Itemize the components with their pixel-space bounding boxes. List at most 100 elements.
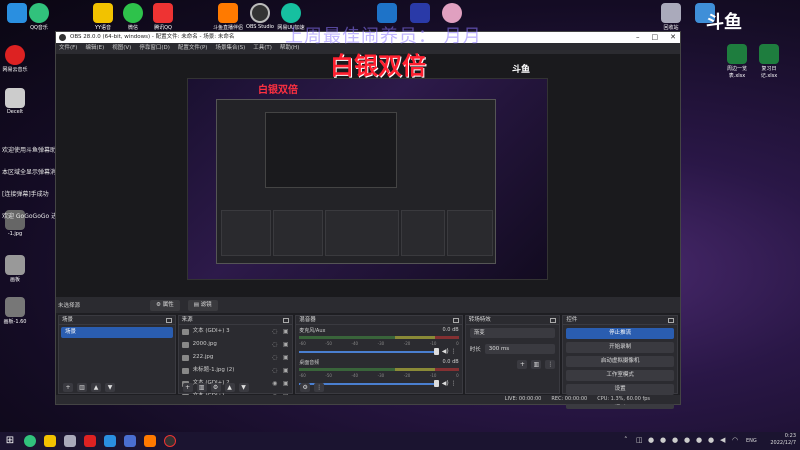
tray-app-icon[interactable]: ● bbox=[672, 436, 680, 444]
filters-button[interactable]: ▤ 滤镜 bbox=[187, 299, 218, 311]
mixer-menu-button[interactable]: ⋮ bbox=[314, 382, 325, 392]
transition-select[interactable]: 渐变 bbox=[469, 328, 556, 338]
language-indicator[interactable]: ENG bbox=[746, 438, 757, 444]
source-item[interactable]: 文本 (GDI+) 3 ◌ ▣ bbox=[179, 325, 293, 338]
douyu-logo: 斗鱼 bbox=[512, 65, 531, 75]
menu-profile[interactable]: 配置文件(P) bbox=[178, 43, 208, 54]
text-source-icon bbox=[181, 328, 189, 335]
desktop-icon-app11[interactable] bbox=[437, 3, 467, 24]
taskbar-obs-icon[interactable] bbox=[164, 435, 176, 447]
tray-app-icon[interactable]: ● bbox=[708, 436, 716, 444]
close-icon[interactable]: ✕ bbox=[670, 32, 676, 43]
menu-edit[interactable]: 编辑(E) bbox=[85, 43, 104, 54]
desktop-icon-board-2[interactable]: 画板-1.60 bbox=[0, 297, 30, 325]
move-up-button[interactable]: ▲ bbox=[91, 382, 101, 392]
desktop-icon-app9[interactable] bbox=[372, 3, 402, 24]
desktop-icon-douyu[interactable]: 斗鱼直播伴侣 bbox=[213, 3, 243, 31]
start-recording-button[interactable]: 开始录制 bbox=[566, 342, 674, 353]
move-up-button[interactable]: ▲ bbox=[224, 382, 235, 392]
desktop-icon-obs[interactable]: OBS Studio bbox=[245, 3, 275, 30]
settings-button[interactable]: 设置 bbox=[566, 384, 674, 395]
taskbar-app-icon[interactable] bbox=[104, 435, 116, 447]
remove-source-button[interactable]: ▥ bbox=[196, 382, 207, 392]
lock-icon[interactable]: ▣ bbox=[282, 367, 289, 374]
source-item[interactable]: 未标题-1.jpg (2) ◌ ▣ bbox=[179, 364, 293, 377]
network-icon[interactable]: ◫ bbox=[636, 436, 644, 444]
move-down-button[interactable]: ▼ bbox=[238, 382, 249, 392]
tray-app-icon[interactable]: ● bbox=[648, 436, 656, 444]
tray-app-icon[interactable]: ● bbox=[684, 436, 692, 444]
desktop-icon-wechat[interactable]: 微信 bbox=[118, 3, 148, 31]
lock-icon[interactable]: ▣ bbox=[282, 328, 289, 335]
preview-area[interactable]: 白银双倍 bbox=[56, 54, 680, 297]
source-item[interactable]: 2000.jpg ◌ ▣ bbox=[179, 338, 293, 351]
desktop-icon-board[interactable]: 画板 bbox=[0, 255, 30, 283]
duration-label: 时长 bbox=[469, 347, 481, 353]
start-virtual-camera-button[interactable]: 启动虚拟摄像机 bbox=[566, 356, 674, 367]
remove-transition-button[interactable]: ▥ bbox=[531, 360, 542, 369]
taskbar-app-icon[interactable] bbox=[24, 435, 36, 447]
scene-item[interactable]: 场景 bbox=[61, 327, 173, 338]
maximize-icon[interactable]: □ bbox=[652, 32, 659, 43]
tray-app-icon[interactable]: ● bbox=[696, 436, 704, 444]
wifi-icon[interactable]: ◠ bbox=[732, 436, 740, 444]
duration-input[interactable]: 300 ms bbox=[484, 344, 556, 354]
music-icon bbox=[29, 3, 49, 23]
eye-closed-icon[interactable]: ◌ bbox=[271, 354, 278, 361]
stop-streaming-button[interactable]: 停止推流 bbox=[566, 328, 674, 339]
taskbar-app-icon[interactable] bbox=[144, 435, 156, 447]
add-scene-button[interactable]: + bbox=[63, 382, 73, 392]
lock-icon[interactable]: ▣ bbox=[282, 341, 289, 348]
minimize-icon[interactable]: – bbox=[636, 32, 640, 43]
clock[interactable]: 0:23 2022/12/7 bbox=[770, 433, 796, 447]
desktop-icon-tencent-qq[interactable]: 腾讯QQ bbox=[148, 3, 178, 31]
desktop-icon-recycle-bin[interactable]: 回收站 bbox=[656, 3, 686, 31]
desktop-icon-photoshop[interactable] bbox=[405, 3, 435, 24]
source-settings-button[interactable]: ⚙ bbox=[210, 382, 221, 392]
desktop-icon-yy[interactable]: YY语音 bbox=[88, 3, 118, 31]
chevron-up-icon[interactable]: ˄ bbox=[624, 436, 632, 444]
advanced-audio-button[interactable]: ⚙ bbox=[300, 382, 311, 392]
popout-icon[interactable] bbox=[550, 318, 557, 323]
menu-tools[interactable]: 工具(T) bbox=[253, 43, 272, 54]
popout-icon[interactable] bbox=[165, 318, 172, 323]
add-transition-button[interactable]: + bbox=[517, 360, 528, 369]
taskbar-app-icon[interactable] bbox=[84, 435, 96, 447]
menu-file[interactable]: 文件(F) bbox=[59, 43, 77, 54]
properties-button[interactable]: ⚙ 属性 bbox=[150, 299, 180, 311]
remove-scene-button[interactable]: ▥ bbox=[77, 382, 87, 392]
start-icon[interactable]: ⊞ bbox=[4, 435, 16, 447]
eye-closed-icon[interactable]: ◌ bbox=[271, 328, 278, 335]
desktop-icon-decelt[interactable]: Decelt bbox=[0, 88, 30, 115]
volume-icon[interactable]: ◀ bbox=[720, 436, 728, 444]
taskbar-app-icon[interactable] bbox=[124, 435, 136, 447]
eye-closed-icon[interactable]: ◌ bbox=[271, 341, 278, 348]
popout-icon[interactable] bbox=[452, 318, 459, 323]
lock-icon[interactable]: ▣ bbox=[282, 354, 289, 361]
menu-scene-collection[interactable]: 场景集合(S) bbox=[215, 43, 245, 54]
taskbar-app-icon[interactable] bbox=[64, 435, 76, 447]
taskbar-app-icon[interactable] bbox=[44, 435, 56, 447]
desktop-icon-netease-music[interactable]: 网易云音乐 bbox=[0, 45, 30, 73]
menu-docks[interactable]: 停靠窗口(D) bbox=[139, 43, 170, 54]
add-source-button[interactable]: + bbox=[182, 382, 193, 392]
popout-icon[interactable] bbox=[668, 318, 674, 323]
speaker-icon[interactable]: ◀) bbox=[442, 348, 449, 355]
source-item[interactable]: 222.jpg ◌ ▣ bbox=[179, 351, 293, 364]
transition-menu-button[interactable]: ⋮ bbox=[545, 360, 556, 369]
desktop-icon-qqmusic[interactable]: QQ音乐 bbox=[24, 3, 54, 31]
preview-canvas[interactable]: 白银双倍 bbox=[187, 78, 548, 280]
desktop-icon-xlsx-2[interactable]: 复习日记.xlsx bbox=[754, 44, 784, 79]
slider-knob[interactable] bbox=[433, 348, 439, 355]
volume-slider[interactable]: ◀) ⋮ bbox=[299, 348, 458, 355]
menu-view[interactable]: 视图(V) bbox=[112, 43, 131, 54]
desktop-icon-xlsx-1[interactable]: 周边一览表.xlsx bbox=[722, 44, 752, 79]
popout-icon[interactable] bbox=[283, 318, 290, 323]
nested-preview bbox=[265, 112, 397, 188]
eye-closed-icon[interactable]: ◌ bbox=[271, 367, 278, 374]
move-down-button[interactable]: ▼ bbox=[105, 382, 115, 392]
tray-app-icon[interactable]: ● bbox=[660, 436, 668, 444]
kebab-menu-icon[interactable]: ⋮ bbox=[451, 348, 457, 355]
yy-icon bbox=[93, 3, 113, 23]
studio-mode-button[interactable]: 工作室模式 bbox=[566, 370, 674, 381]
